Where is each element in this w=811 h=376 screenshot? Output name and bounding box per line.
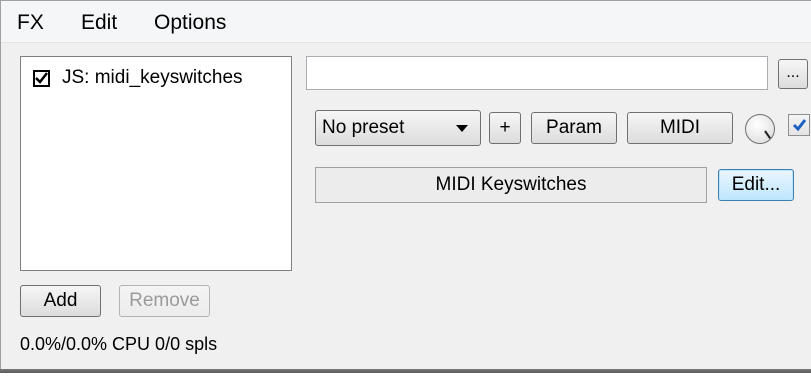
param-button[interactable]: Param — [531, 112, 617, 144]
browse-button[interactable]: ... — [778, 59, 808, 89]
preset-dropdown[interactable]: No preset — [315, 110, 481, 146]
edit-jsfx-button[interactable]: Edit... — [718, 169, 794, 201]
bypass-checkbox[interactable] — [788, 114, 810, 136]
menu-fx[interactable]: FX — [17, 11, 44, 35]
jsfx-title-label: MIDI Keyswitches — [315, 167, 707, 203]
remove-fx-button[interactable]: Remove — [119, 285, 210, 317]
checkmark-icon — [792, 119, 806, 132]
fx-chain-list[interactable]: JS: midi_keyswitches — [20, 56, 292, 271]
fx-list-item[interactable]: JS: midi_keyswitches — [33, 65, 243, 91]
preset-selected-value: No preset — [322, 117, 405, 138]
wet-dry-knob-icon[interactable] — [745, 114, 775, 144]
add-fx-button[interactable]: Add — [20, 285, 101, 317]
menu-options[interactable]: Options — [154, 11, 226, 35]
window-bottom-edge — [0, 369, 811, 373]
cpu-status: 0.0%/0.0% CPU 0/0 spls — [20, 334, 218, 354]
menu-edit[interactable]: Edit — [81, 11, 117, 35]
fx-name-input[interactable] — [306, 56, 768, 90]
chevron-down-icon — [456, 125, 468, 132]
menu-bar: FX Edit Options — [1, 1, 811, 43]
fx-window: FX Edit Options JS: midi_keyswitches Add… — [0, 0, 811, 370]
add-preset-button[interactable]: + — [489, 112, 521, 144]
fx-item-label: JS: midi_keyswitches — [62, 67, 243, 88]
midi-button[interactable]: MIDI — [627, 112, 733, 144]
checkmark-icon — [35, 72, 48, 84]
fx-enable-checkbox[interactable] — [33, 69, 50, 87]
knob-indicator — [764, 130, 771, 139]
